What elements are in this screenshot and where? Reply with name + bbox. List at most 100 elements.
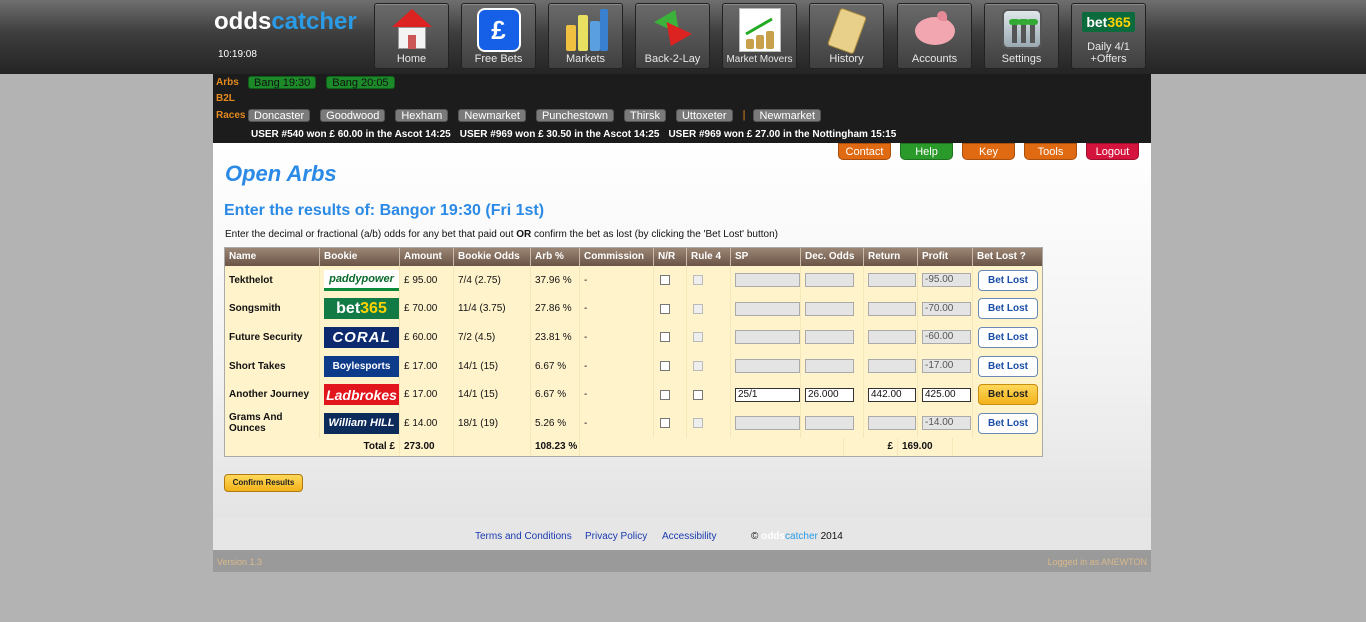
nr-checkbox[interactable] bbox=[660, 361, 670, 372]
bookie-odds: 14/1 (15) bbox=[458, 389, 499, 401]
copyright: © oddscatcher 2014 bbox=[751, 531, 843, 542]
sp-input[interactable] bbox=[735, 273, 800, 288]
commission: - bbox=[584, 389, 588, 401]
table-row: Another Journey Ladbrokes £ 17.00 14/1 (15)… bbox=[225, 380, 1042, 409]
contact-button[interactable]: Contact bbox=[838, 143, 891, 160]
dec-odds-input[interactable] bbox=[805, 330, 854, 345]
confirm-results-button[interactable]: Confirm Results bbox=[224, 474, 303, 492]
race-pill[interactable]: Newmarket bbox=[458, 108, 526, 122]
b2l-row: B2L bbox=[216, 92, 235, 104]
bookie-logo: William HILL bbox=[324, 412, 399, 434]
dec-odds-input[interactable] bbox=[805, 273, 854, 288]
profit-input[interactable]: -60.00 bbox=[922, 330, 971, 345]
sp-input[interactable] bbox=[735, 416, 800, 431]
runner-name: Another Journey bbox=[229, 389, 310, 401]
races-separator: | bbox=[742, 109, 746, 121]
bet-lost-button[interactable]: Bet Lost bbox=[978, 326, 1038, 348]
amount: £ 95.00 bbox=[404, 274, 438, 286]
nr-checkbox[interactable] bbox=[660, 418, 670, 429]
nr-checkbox[interactable] bbox=[660, 303, 670, 314]
footer: Terms and Conditions Privacy Policy Acce… bbox=[213, 518, 1151, 550]
nav-home-button[interactable]: Home bbox=[374, 3, 449, 69]
sp-input[interactable] bbox=[735, 330, 800, 345]
race-pill[interactable]: Thirsk bbox=[624, 108, 666, 122]
return-input[interactable]: 442.00 bbox=[868, 387, 916, 402]
rule4-checkbox[interactable] bbox=[693, 389, 703, 400]
bookie-odds: 18/1 (19) bbox=[458, 417, 499, 429]
bookie-logo: Ladbrokes bbox=[324, 384, 399, 406]
profit-input[interactable]: -14.00 bbox=[922, 416, 971, 431]
winnings-ticker: USER #540 won £ 60.00 in the Ascot 14:25… bbox=[251, 129, 896, 140]
sp-input[interactable] bbox=[735, 301, 800, 316]
arbs-row: Arbs Bang 19:30 Bang 20:05 bbox=[216, 75, 405, 89]
return-input[interactable] bbox=[868, 273, 916, 288]
ticker-item: USER #540 won £ 60.00 in the Ascot 14:25 bbox=[251, 129, 451, 140]
bet-lost-button[interactable]: Bet Lost bbox=[978, 355, 1038, 377]
race-pill[interactable]: Newmarket bbox=[753, 108, 822, 122]
amount: £ 14.00 bbox=[404, 417, 438, 429]
up-down-arrows-icon bbox=[649, 4, 697, 53]
dec-odds-input[interactable] bbox=[805, 416, 854, 431]
logout-button[interactable]: Logout bbox=[1086, 143, 1139, 160]
sp-input[interactable] bbox=[735, 359, 800, 374]
dec-odds-input[interactable] bbox=[805, 359, 854, 374]
arbs-table: Name Bookie Amount Bookie Odds Arb % Com… bbox=[224, 247, 1043, 457]
race-pill[interactable]: Goodwood bbox=[320, 108, 386, 122]
return-input[interactable] bbox=[868, 359, 916, 374]
rule4-checkbox[interactable] bbox=[693, 275, 703, 286]
race-pill[interactable]: Punchestown bbox=[535, 108, 614, 122]
tools-button[interactable]: Tools bbox=[1024, 143, 1077, 160]
rule4-checkbox[interactable] bbox=[693, 418, 703, 429]
rule4-checkbox[interactable] bbox=[693, 303, 703, 314]
nav-free-bets-button[interactable]: £ Free Bets bbox=[461, 3, 536, 69]
main-content: Contact Help Key Tools Logout Open Arbs … bbox=[213, 143, 1151, 518]
nav-bet365-offers-button[interactable]: bet365 Daily 4/1 +Offers bbox=[1071, 3, 1146, 69]
help-button[interactable]: Help bbox=[900, 143, 953, 160]
rule4-checkbox[interactable] bbox=[693, 332, 703, 343]
key-button[interactable]: Key bbox=[962, 143, 1015, 160]
bet-lost-button[interactable]: Bet Lost bbox=[978, 298, 1038, 320]
nav-accounts-button[interactable]: Accounts bbox=[897, 3, 972, 69]
table-row: Grams And Ounces William HILL £ 14.00 18/1 … bbox=[225, 408, 1042, 438]
market-movers-icon bbox=[736, 7, 784, 53]
return-input[interactable] bbox=[868, 416, 916, 431]
profit-input[interactable]: -17.00 bbox=[922, 359, 971, 374]
nr-checkbox[interactable] bbox=[660, 389, 670, 400]
bookie-logo: bet 365 bbox=[324, 298, 399, 320]
bet-lost-button[interactable]: Bet Lost bbox=[978, 412, 1038, 434]
accessibility-link[interactable]: Accessibility bbox=[662, 531, 716, 542]
bet-lost-button[interactable]: Bet Lost bbox=[978, 269, 1038, 291]
nr-checkbox[interactable] bbox=[660, 275, 670, 286]
arb-percent: 6.67 % bbox=[535, 389, 567, 401]
instructions: Enter the decimal or fractional (a/b) od… bbox=[225, 229, 778, 240]
dec-odds-input[interactable]: 26.000 bbox=[805, 387, 854, 402]
return-input[interactable] bbox=[868, 301, 916, 316]
race-pill[interactable]: Doncaster bbox=[248, 108, 311, 122]
bet-lost-button[interactable]: Bet Lost bbox=[978, 384, 1038, 406]
race-pill[interactable]: Uttoxeter bbox=[675, 108, 733, 122]
nav-settings-button[interactable]: Settings bbox=[984, 3, 1059, 69]
nav-history-button[interactable]: History bbox=[809, 3, 884, 69]
nr-checkbox[interactable] bbox=[660, 332, 670, 343]
race-pill[interactable]: Hexham bbox=[395, 108, 449, 122]
runner-name: Songsmith bbox=[229, 303, 281, 315]
nav-markets-button[interactable]: Markets bbox=[548, 3, 623, 69]
nav-market-movers-button[interactable]: Market Movers bbox=[722, 3, 797, 69]
profit-input[interactable]: -95.00 bbox=[922, 273, 971, 288]
commission: - bbox=[584, 303, 588, 315]
arb-pill[interactable]: Bang 19:30 bbox=[248, 75, 317, 89]
return-input[interactable] bbox=[868, 330, 916, 345]
bookie-logo: paddypower bbox=[324, 269, 399, 291]
terms-link[interactable]: Terms and Conditions bbox=[475, 531, 572, 542]
commission: - bbox=[584, 417, 588, 429]
profit-input[interactable]: -70.00 bbox=[922, 301, 971, 316]
sub-navigation: Arbs Bang 19:30 Bang 20:05 B2L Races Don… bbox=[213, 74, 1151, 143]
sp-input[interactable]: 25/1 bbox=[735, 387, 800, 402]
privacy-link[interactable]: Privacy Policy bbox=[585, 531, 647, 542]
nav-back-2-lay-button[interactable]: Back-2-Lay bbox=[635, 3, 710, 69]
site-logo[interactable]: oddscatcher bbox=[214, 8, 357, 36]
profit-input[interactable]: 425.00 bbox=[922, 387, 971, 402]
dec-odds-input[interactable] bbox=[805, 301, 854, 316]
rule4-checkbox[interactable] bbox=[693, 361, 703, 372]
arb-pill[interactable]: Bang 20:05 bbox=[326, 75, 395, 89]
